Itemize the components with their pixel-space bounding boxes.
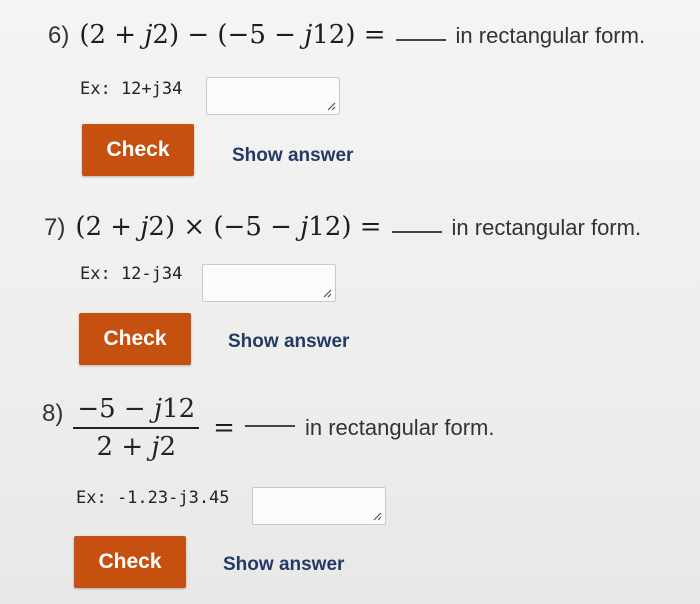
example-format: Ex: 12+j34	[80, 79, 183, 99]
answer-blank	[391, 231, 442, 233]
fraction-denominator: 2 + j2	[96, 432, 176, 462]
question-number: 8)	[42, 400, 64, 427]
question-7: 7) (2 + j2) × (−5 − j12) = in rectangula…	[44, 212, 641, 242]
question-number: 6)	[48, 22, 70, 49]
show-answer-link[interactable]: Show answer	[228, 331, 349, 353]
example-format: Ex: 12-j34	[80, 264, 183, 284]
show-answer-link[interactable]: Show answer	[232, 145, 353, 167]
question-suffix: in rectangular form.	[451, 215, 642, 240]
check-button[interactable]: Check	[79, 313, 191, 365]
resize-handle-icon[interactable]	[326, 101, 336, 111]
answer-input[interactable]	[206, 77, 340, 115]
answer-input[interactable]	[202, 264, 336, 302]
check-button[interactable]: Check	[74, 536, 186, 588]
resize-handle-icon[interactable]	[322, 288, 332, 298]
check-button[interactable]: Check	[82, 124, 194, 176]
example-format: Ex: -1.23-j3.45	[76, 488, 230, 508]
fraction-numerator: −5 − j12	[77, 394, 196, 424]
show-answer-link[interactable]: Show answer	[223, 554, 344, 576]
fraction-bar	[73, 427, 200, 429]
resize-handle-icon[interactable]	[372, 511, 382, 521]
equals-sign: =	[213, 413, 235, 443]
question-number: 7)	[44, 214, 66, 241]
question-suffix: in rectangular form.	[455, 23, 646, 48]
answer-input[interactable]	[252, 487, 386, 525]
question-6: 6) (2 + j2) − (−5 − j12) = in rectangula…	[48, 20, 645, 50]
question-expression: (2 + j2) − (−5 − j12) =	[79, 20, 386, 50]
fraction-expression: −5 − j12 2 + j2	[73, 394, 200, 462]
question-expression: (2 + j2) × (−5 − j12) =	[75, 212, 382, 242]
question-8: 8) −5 − j12 2 + j2 = in rectangular form…	[42, 394, 494, 462]
answer-blank	[244, 425, 295, 427]
answer-blank	[395, 39, 446, 41]
question-suffix: in rectangular form.	[304, 415, 495, 440]
